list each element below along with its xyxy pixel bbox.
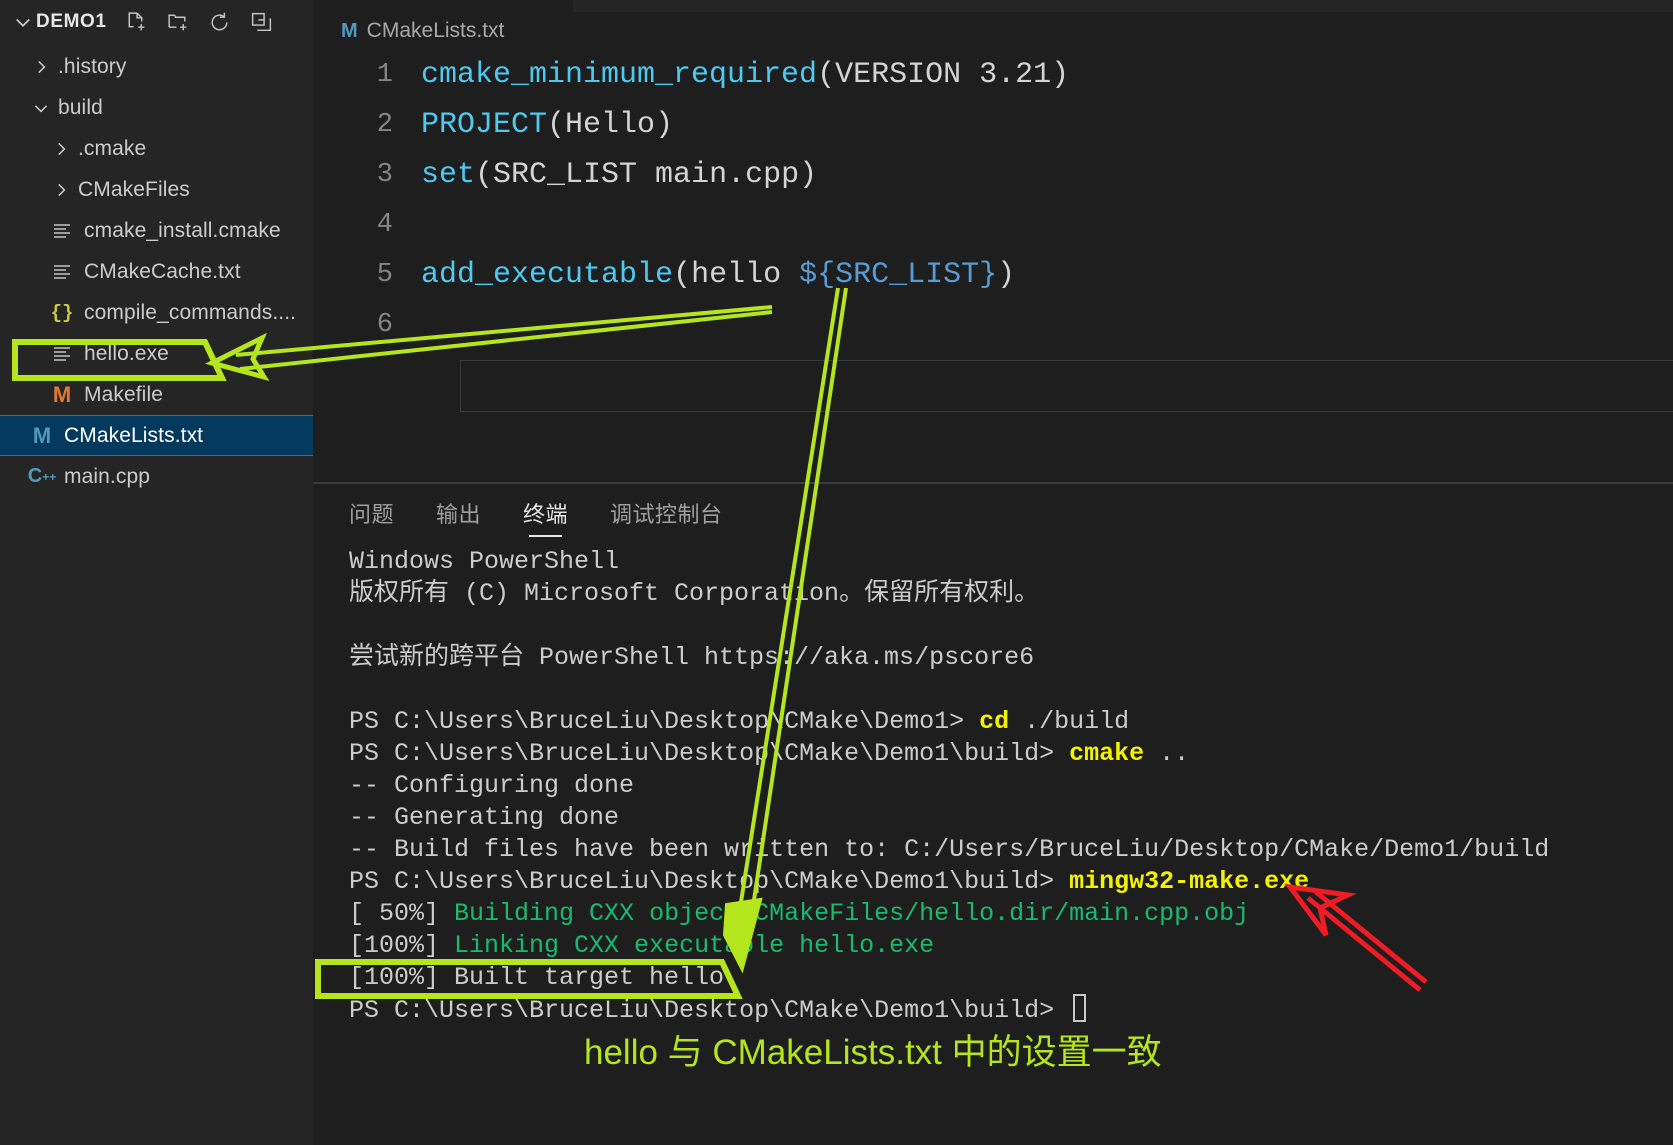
- terminal-line: -- Configuring done: [349, 771, 635, 800]
- tree-item-label: cmake_install.cmake: [84, 218, 281, 242]
- tree-item-cmake[interactable]: .cmake: [0, 128, 313, 169]
- code-line: 2 PROJECT(Hello): [313, 100, 1673, 150]
- terminal-cursor: [1073, 994, 1087, 1022]
- line-number: 5: [376, 260, 393, 290]
- cmake-file-icon: M: [32, 422, 52, 448]
- tree-item-label: main.cpp: [64, 464, 151, 488]
- terminal-line: PS C:\Users\BruceLiu\Desktop\CMake\Demo1…: [349, 707, 1130, 736]
- breadcrumb[interactable]: M CMakeLists.txt: [313, 12, 1673, 50]
- explorer-sidebar: DEMO1 .history build .cmake CMakeFiles c…: [0, 0, 313, 1145]
- explorer-header: DEMO1: [0, 0, 313, 44]
- tree-item-makefile[interactable]: M Makefile: [0, 374, 313, 415]
- terminal-line: 版权所有 (C) Microsoft Corporation。保留所有权利。: [349, 579, 1040, 608]
- chevron-right-icon[interactable]: [48, 177, 74, 203]
- text-file-icon: [48, 341, 76, 367]
- terminal-line: [100%] Built target hello: [349, 963, 725, 992]
- new-file-icon[interactable]: [123, 9, 149, 35]
- panel-tab-list: 问题 输出 终端 调试控制台: [313, 484, 1673, 542]
- code-text: add_executable(hello ${SRC_LIST}): [421, 258, 1016, 292]
- terminal-line: 尝试新的跨平台 PowerShell https://aka.ms/pscore…: [349, 643, 1035, 672]
- code-text: cmake_minimum_required(VERSION 3.21): [421, 58, 1070, 92]
- json-file-icon: {}: [50, 301, 74, 324]
- tree-item-main-cpp[interactable]: C ++ main.cpp: [0, 456, 313, 497]
- tree-item-cmake-install-cmake[interactable]: cmake_install.cmake: [0, 210, 313, 251]
- panel-tab[interactable]: 输出: [436, 484, 481, 542]
- terminal-line: -- Build files have been written to: C:/…: [349, 835, 1550, 864]
- tree-item-label: build: [58, 95, 103, 119]
- line-number: 2: [376, 110, 393, 140]
- explorer-actions: [123, 9, 275, 35]
- code-line: 6: [313, 300, 1673, 350]
- current-line-highlight-box: [460, 360, 1673, 412]
- tree-item-build[interactable]: build: [0, 87, 313, 128]
- line-number: 3: [376, 160, 393, 190]
- terminal-line: Windows PowerShell: [349, 547, 620, 576]
- terminal-line: PS C:\Users\BruceLiu\Desktop\CMake\Demo1…: [349, 739, 1190, 768]
- terminal-line: -- Generating done: [349, 803, 620, 832]
- panel-tab[interactable]: 调试控制台: [610, 484, 723, 542]
- tree-item-history[interactable]: .history: [0, 46, 313, 87]
- terminal-line: [ 50%] Building CXX object CMakeFiles/he…: [349, 899, 1250, 928]
- terminal-line: PS C:\Users\BruceLiu\Desktop\CMake\Demo1…: [349, 867, 1310, 896]
- chevron-right-icon[interactable]: [48, 136, 74, 162]
- terminal-line: [100%] Linking CXX executable hello.exe: [349, 931, 935, 960]
- cmake-file-icon: M: [341, 19, 358, 42]
- tree-item-cmakecache-txt[interactable]: CMakeCache.txt: [0, 251, 313, 292]
- tree-item-cmakelists-txt[interactable]: M CMakeLists.txt: [0, 415, 313, 456]
- bottom-panel: 问题 输出 终端 调试控制台 Windows PowerShell 版权所有 (C) M…: [313, 484, 1673, 1145]
- breadcrumb-label: CMakeLists.txt: [366, 19, 505, 42]
- refresh-icon[interactable]: [207, 9, 233, 35]
- tree-item-label: .history: [58, 54, 127, 78]
- chevron-down-icon[interactable]: [28, 95, 54, 121]
- code-line: 5 add_executable(hello ${SRC_LIST}): [313, 250, 1673, 300]
- panel-tab[interactable]: 终端: [523, 484, 568, 542]
- tree-item-label: Makefile: [84, 382, 163, 406]
- tree-item-label: CMakeFiles: [78, 177, 190, 201]
- code-line: 1 cmake_minimum_required(VERSION 3.21): [313, 50, 1673, 100]
- tree-item-label: CMakeCache.txt: [84, 259, 241, 283]
- cpp-file-icon: C ++: [27, 465, 57, 487]
- editor-area: M CMakeLists.txt 1 cmake_minimum_required…: [313, 0, 1673, 1145]
- makefile-icon: M: [52, 381, 72, 407]
- tree-item-cmakefiles[interactable]: CMakeFiles: [0, 169, 313, 210]
- tree-item-label: hello.exe: [84, 341, 169, 365]
- tab-cmakelists[interactable]: [313, 0, 573, 12]
- code-line: 4: [313, 200, 1673, 250]
- tree-item-label: .cmake: [78, 136, 147, 160]
- code-editor[interactable]: 1 cmake_minimum_required(VERSION 3.21) 2 PR…: [313, 50, 1673, 482]
- code-text: set(SRC_LIST main.cpp): [421, 158, 818, 192]
- explorer-title: DEMO1: [36, 11, 107, 32]
- chevron-right-icon[interactable]: [28, 54, 54, 80]
- line-number: 4: [376, 210, 393, 240]
- tree-item-label: compile_commands....: [84, 300, 297, 324]
- panel-tab[interactable]: 问题: [349, 484, 394, 542]
- code-line: 3 set(SRC_LIST main.cpp): [313, 150, 1673, 200]
- terminal-output[interactable]: Windows PowerShell 版权所有 (C) Microsoft Cor…: [313, 542, 1673, 1026]
- text-file-icon: [48, 259, 76, 285]
- code-content: 1 cmake_minimum_required(VERSION 3.21) 2 PR…: [313, 50, 1673, 350]
- line-number: 6: [376, 310, 393, 340]
- chevron-down-icon[interactable]: [10, 12, 36, 32]
- editor-tab-bar: [313, 0, 1673, 12]
- tree-item-label: CMakeLists.txt: [64, 423, 204, 447]
- tree-item-compile-commands[interactable]: {} compile_commands....: [0, 292, 313, 333]
- code-text: PROJECT(Hello): [421, 108, 674, 142]
- terminal-line: PS C:\Users\BruceLiu\Desktop\CMake\Demo1…: [349, 994, 1673, 1026]
- vscode-window: DEMO1 .history build .cmake CMakeFiles c…: [0, 0, 1673, 1145]
- collapse-all-icon[interactable]: [249, 9, 275, 35]
- file-tree: .history build .cmake CMakeFiles cmake_insta…: [0, 44, 313, 497]
- tree-item-hello-exe[interactable]: hello.exe: [0, 333, 313, 374]
- text-file-icon: [48, 218, 76, 244]
- new-folder-icon[interactable]: [165, 9, 191, 35]
- line-number: 1: [376, 60, 393, 90]
